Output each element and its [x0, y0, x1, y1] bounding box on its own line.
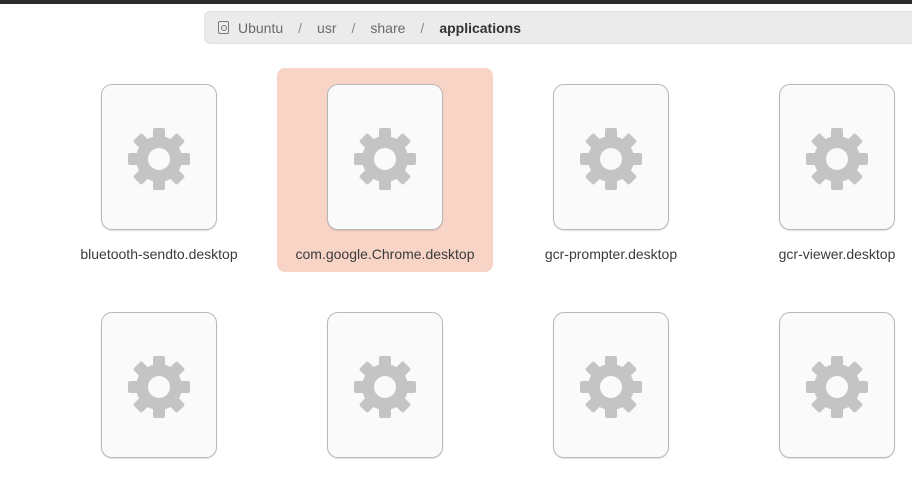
settings-gear-icon: [806, 128, 868, 190]
file-item-chrome[interactable]: com.google.Chrome.desktop: [277, 68, 493, 272]
file-name: gcr-prompter.desktop: [544, 246, 678, 262]
file-item-gcr-viewer[interactable]: gcr-viewer.desktop: [729, 68, 912, 272]
settings-gear-icon: [580, 356, 642, 418]
file-item-bluetooth-sendto[interactable]: bluetooth-sendto.desktop: [51, 68, 267, 272]
file-thumbnail: [101, 312, 217, 458]
file-thumbnail: [779, 312, 895, 458]
file-item-gcr-prompter[interactable]: gcr-prompter.desktop: [503, 68, 719, 272]
file-thumbnail: [553, 312, 669, 458]
settings-gear-icon: [128, 356, 190, 418]
file-thumbnail: [327, 312, 443, 458]
settings-gear-icon: [128, 128, 190, 190]
file-name: bluetooth-sendto.desktop: [80, 246, 238, 262]
settings-gear-icon: [354, 128, 416, 190]
file-name: gcr-viewer.desktop: [778, 246, 896, 262]
settings-gear-icon: [354, 356, 416, 418]
file-thumbnail: [779, 84, 895, 230]
file-item[interactable]: [51, 296, 267, 500]
file-grid: bluetooth-sendto.desktop com.google.Chro…: [0, 0, 912, 458]
file-thumbnail: [101, 84, 217, 230]
file-name: com.google.Chrome.desktop: [295, 246, 475, 262]
file-thumbnail: [327, 84, 443, 230]
settings-gear-icon: [806, 356, 868, 418]
file-item[interactable]: [277, 296, 493, 500]
file-item[interactable]: [503, 296, 719, 500]
settings-gear-icon: [580, 128, 642, 190]
file-thumbnail: [553, 84, 669, 230]
file-item[interactable]: [729, 296, 912, 500]
